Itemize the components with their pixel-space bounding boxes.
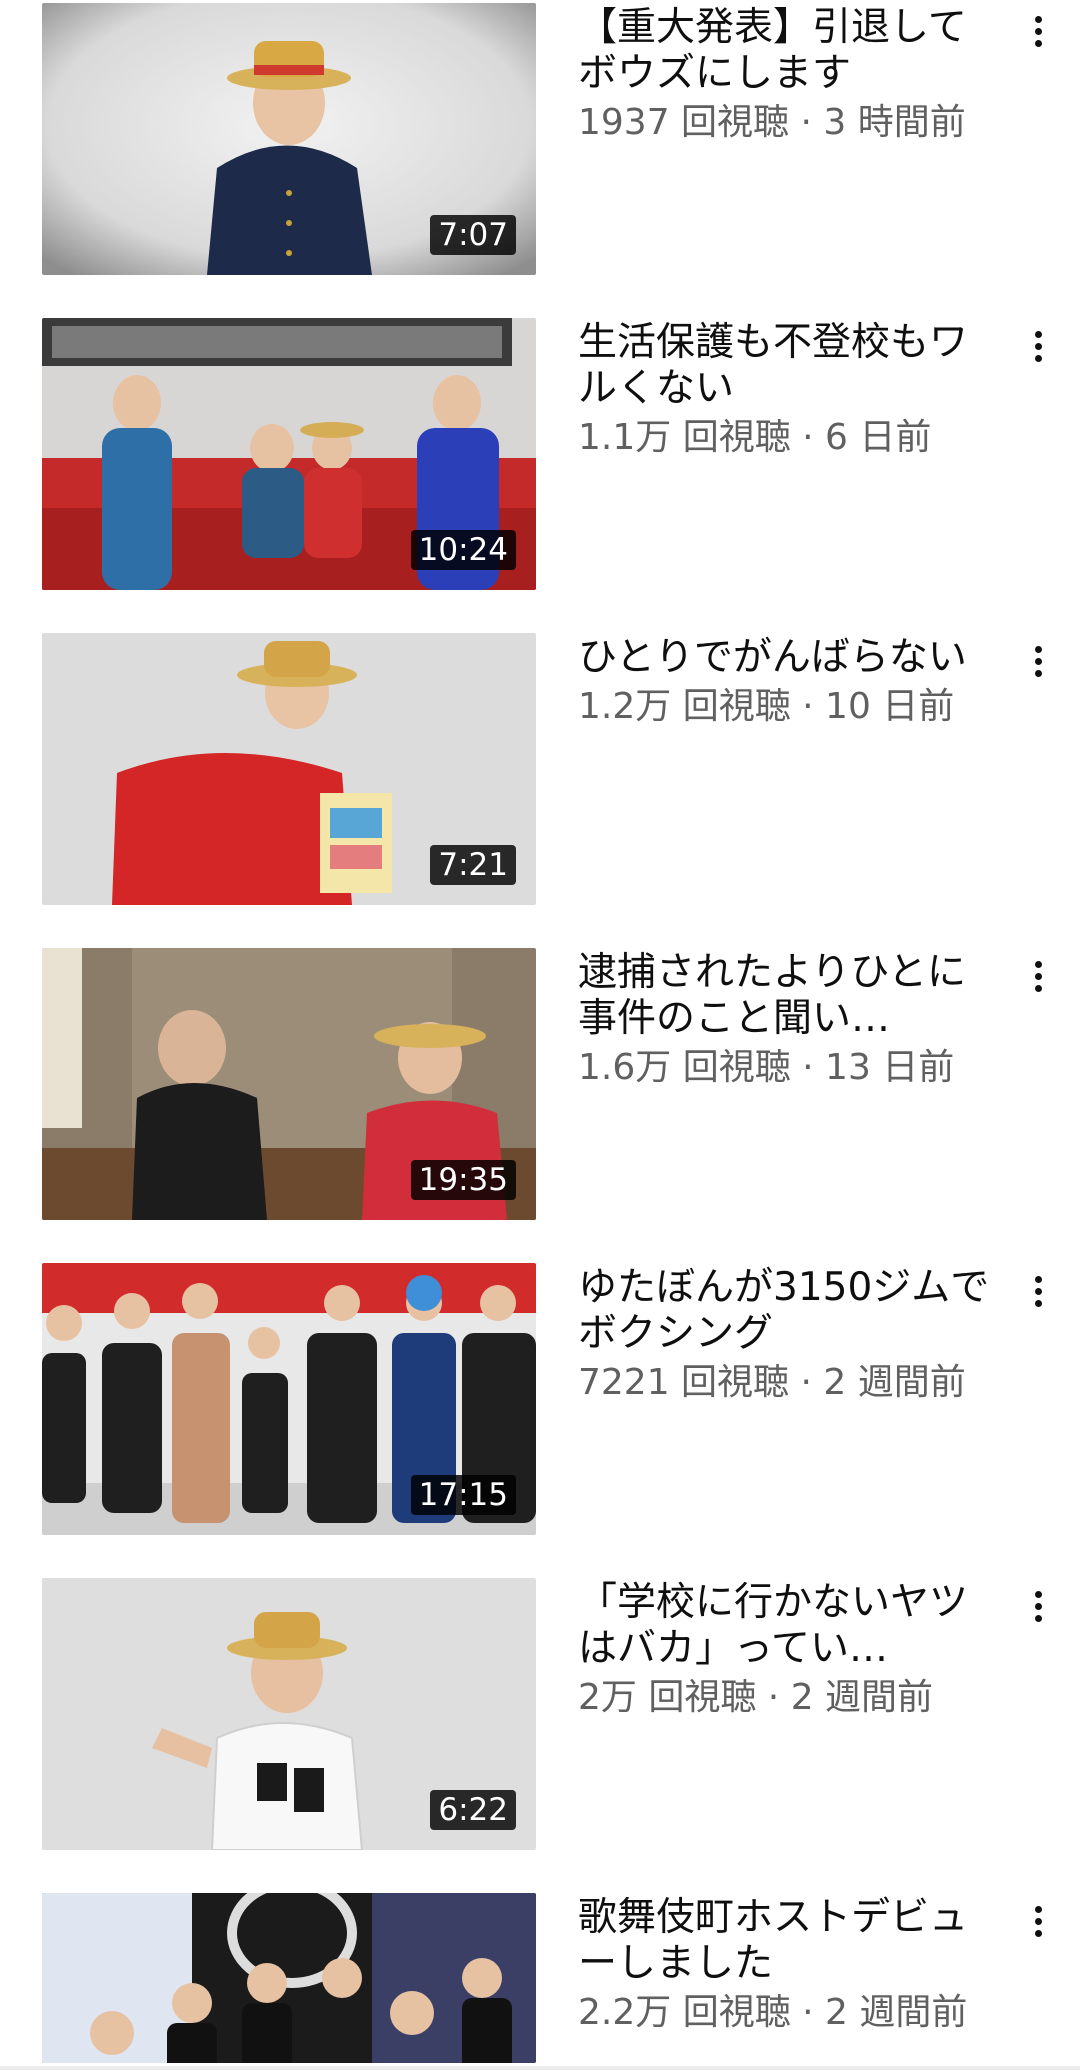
video-title[interactable]: ゆたぼんが3150ジムでボクシング bbox=[578, 1265, 998, 1357]
video-thumbnail[interactable] bbox=[42, 1893, 536, 2063]
video-stats: 7221 回視聴 · 2 週間前 bbox=[578, 1361, 998, 1405]
video-meta: 生活保護も不登校もワルくない 1.1万 回視聴 · 6 日前 bbox=[578, 320, 998, 460]
video-stats: 1.6万 回視聴 · 13 日前 bbox=[578, 1046, 998, 1090]
video-item[interactable]: 7:21 ひとりでがんばらない 1.2万 回視聴 · 10 日前 bbox=[0, 633, 1080, 905]
view-count: 2.2万 回視聴 bbox=[578, 1992, 791, 2033]
video-item[interactable]: 6:22 「学校に行かないヤツはバカ」ってい… 2万 回視聴 · 2 週間前 bbox=[0, 1578, 1080, 1850]
video-title[interactable]: 歌舞伎町ホストデビューしました bbox=[578, 1895, 998, 1987]
video-stats: 2.2万 回視聴 · 2 週間前 bbox=[578, 1991, 998, 2035]
video-stats: 2万 回視聴 · 2 週間前 bbox=[578, 1676, 998, 1720]
upload-age: 10 日前 bbox=[825, 686, 955, 727]
stats-separator: · bbox=[790, 686, 826, 727]
video-meta: 逮捕されたよりひとに事件のこと聞い… 1.6万 回視聴 · 13 日前 bbox=[578, 950, 998, 1090]
video-meta: ひとりでがんばらない 1.2万 回視聴 · 10 日前 bbox=[578, 635, 998, 729]
video-stats: 1.1万 回視聴 · 6 日前 bbox=[578, 416, 998, 460]
video-meta: 「学校に行かないヤツはバカ」ってい… 2万 回視聴 · 2 週間前 bbox=[578, 1580, 998, 1720]
video-item[interactable]: 歌舞伎町ホストデビューしました 2.2万 回視聴 · 2 週間前 bbox=[0, 1893, 1080, 2063]
video-meta: 【重大発表】引退してボウズにします 1937 回視聴 · 3 時間前 bbox=[578, 5, 998, 145]
video-title[interactable]: ひとりでがんばらない bbox=[578, 635, 998, 681]
video-title[interactable]: 「学校に行かないヤツはバカ」ってい… bbox=[578, 1580, 998, 1672]
video-title[interactable]: 逮捕されたよりひとに事件のこと聞い… bbox=[578, 950, 998, 1042]
stats-separator: · bbox=[790, 417, 826, 458]
upload-age: 6 日前 bbox=[825, 417, 932, 458]
video-thumbnail[interactable]: 17:15 bbox=[42, 1263, 536, 1535]
video-stats: 1937 回視聴 · 3 時間前 bbox=[578, 101, 998, 145]
video-thumbnail[interactable]: 7:07 bbox=[42, 3, 536, 275]
more-vert-icon[interactable] bbox=[1018, 1582, 1058, 1630]
video-duration: 17:15 bbox=[410, 1475, 516, 1515]
view-count: 2万 回視聴 bbox=[578, 1677, 757, 1718]
view-count: 1.2万 回視聴 bbox=[578, 686, 791, 727]
video-item[interactable]: 17:15 ゆたぼんが3150ジムでボクシング 7221 回視聴 · 2 週間前 bbox=[0, 1263, 1080, 1535]
upload-age: 13 日前 bbox=[825, 1047, 955, 1088]
upload-age: 2 週間前 bbox=[790, 1677, 934, 1718]
more-vert-icon[interactable] bbox=[1018, 1897, 1058, 1945]
view-count: 1937 回視聴 bbox=[578, 102, 790, 143]
video-list: 7:07 【重大発表】引退してボウズにします 1937 回視聴 · 3 時間前 bbox=[0, 0, 1080, 2070]
video-thumbnail[interactable]: 6:22 bbox=[42, 1578, 536, 1850]
more-vert-icon[interactable] bbox=[1018, 952, 1058, 1000]
more-vert-icon[interactable] bbox=[1018, 7, 1058, 55]
video-title[interactable]: 生活保護も不登校もワルくない bbox=[578, 320, 998, 412]
upload-age: 2 週間前 bbox=[825, 1992, 968, 2033]
more-vert-icon[interactable] bbox=[1018, 1267, 1058, 1315]
video-duration: 19:35 bbox=[410, 1160, 516, 1200]
video-duration: 10:24 bbox=[410, 530, 516, 570]
view-count: 1.6万 回視聴 bbox=[578, 1047, 791, 1088]
divider bbox=[0, 2066, 1080, 2070]
video-meta: 歌舞伎町ホストデビューしました 2.2万 回視聴 · 2 週間前 bbox=[578, 1895, 998, 2035]
more-vert-icon[interactable] bbox=[1018, 322, 1058, 370]
stats-separator: · bbox=[756, 1677, 791, 1718]
video-duration: 7:07 bbox=[430, 215, 516, 255]
video-item[interactable]: 10:24 生活保護も不登校もワルくない 1.1万 回視聴 · 6 日前 bbox=[0, 318, 1080, 590]
upload-age: 2 週間前 bbox=[823, 1362, 966, 1403]
video-thumbnail[interactable]: 10:24 bbox=[42, 318, 536, 590]
view-count: 1.1万 回視聴 bbox=[578, 417, 791, 458]
video-thumbnail[interactable]: 19:35 bbox=[42, 948, 536, 1220]
view-count: 7221 回視聴 bbox=[578, 1362, 790, 1403]
stats-separator: · bbox=[790, 1047, 826, 1088]
video-duration: 7:21 bbox=[430, 845, 516, 885]
video-title[interactable]: 【重大発表】引退してボウズにします bbox=[578, 5, 998, 97]
upload-age: 3 時間前 bbox=[823, 102, 966, 143]
video-stats: 1.2万 回視聴 · 10 日前 bbox=[578, 685, 998, 729]
more-vert-icon[interactable] bbox=[1018, 637, 1058, 685]
video-duration: 6:22 bbox=[430, 1790, 516, 1830]
video-item[interactable]: 7:07 【重大発表】引退してボウズにします 1937 回視聴 · 3 時間前 bbox=[0, 3, 1080, 275]
video-meta: ゆたぼんが3150ジムでボクシング 7221 回視聴 · 2 週間前 bbox=[578, 1265, 998, 1405]
stats-separator: · bbox=[790, 1992, 826, 2033]
thumbnail-image bbox=[42, 1893, 536, 2063]
stats-separator: · bbox=[789, 102, 824, 143]
stats-separator: · bbox=[789, 1362, 824, 1403]
video-item[interactable]: 19:35 逮捕されたよりひとに事件のこと聞い… 1.6万 回視聴 · 13 日… bbox=[0, 948, 1080, 1220]
video-thumbnail[interactable]: 7:21 bbox=[42, 633, 536, 905]
